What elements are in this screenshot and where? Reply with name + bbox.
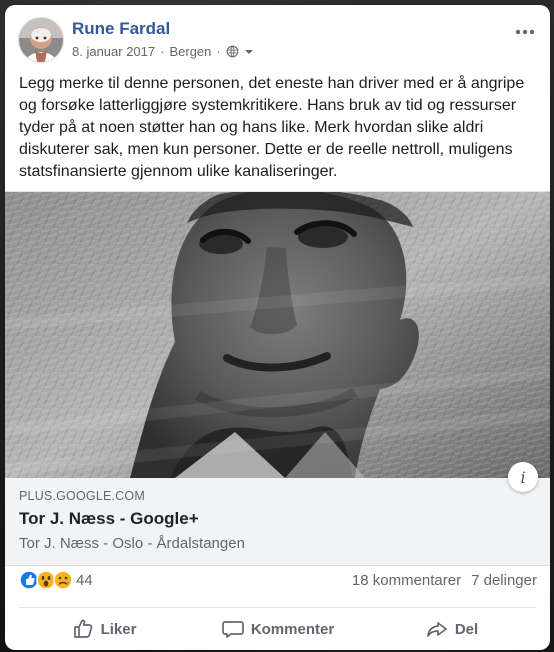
more-icon	[515, 22, 535, 40]
globe-icon[interactable]	[226, 45, 239, 58]
post-date[interactable]: 8. januar 2017	[72, 44, 155, 59]
link-preview-image[interactable]	[5, 192, 550, 478]
post-text: Legg merke til denne personen, det enest…	[19, 75, 525, 180]
post-header: Rune Fardal 8. januar 2017 · Bergen ·	[5, 5, 550, 71]
post-location[interactable]: Bergen	[169, 44, 211, 59]
reaction-left[interactable]: 44	[19, 570, 93, 590]
comment-icon	[221, 619, 244, 639]
comment-share-counts: 18 kommentarer 7 delinger	[352, 572, 537, 589]
share-label: Del	[454, 620, 479, 638]
info-icon: i	[520, 467, 526, 487]
link-preview-card[interactable]: i PLUS.GOOGLE.COM Tor J. Næss - Google+ …	[5, 191, 550, 566]
wow-icon	[36, 570, 56, 590]
post-actions: Liker Kommenter Del	[19, 612, 537, 646]
link-domain: PLUS.GOOGLE.COM	[19, 489, 145, 503]
reaction-count[interactable]: 44	[76, 572, 93, 589]
facebook-post-card: Rune Fardal 8. januar 2017 · Bergen · Le…	[5, 5, 550, 650]
post-meta: 8. januar 2017 · Bergen ·	[72, 44, 254, 59]
comment-label: Kommenter	[250, 620, 335, 638]
avatar-image	[19, 18, 63, 62]
more-options-button[interactable]	[512, 21, 538, 41]
sad-icon	[53, 570, 73, 590]
thumbs-up-icon	[72, 619, 94, 639]
link-subtitle: Tor J. Næss - Oslo - Årdalstangen	[19, 535, 245, 552]
share-button[interactable]: Del	[367, 612, 537, 646]
reaction-icons[interactable]	[19, 570, 73, 590]
comment-button[interactable]: Kommenter	[193, 612, 363, 646]
like-label: Liker	[100, 620, 137, 638]
info-button[interactable]: i	[508, 462, 538, 492]
meta-separator-1: ·	[160, 44, 165, 59]
like-button[interactable]: Liker	[19, 612, 189, 646]
chevron-down-icon[interactable]	[244, 47, 254, 57]
portrait-image	[5, 192, 550, 478]
meta-separator-2: ·	[216, 44, 221, 59]
shares-count[interactable]: 7 delinger	[471, 572, 537, 589]
actions-divider	[19, 607, 536, 608]
like-icon	[19, 570, 39, 590]
author-avatar[interactable]	[18, 17, 64, 63]
reaction-summary: 44 18 kommentarer 7 delinger	[19, 568, 537, 592]
comments-count[interactable]: 18 kommentarer	[352, 572, 461, 589]
author-name[interactable]: Rune Fardal	[72, 19, 170, 39]
link-title[interactable]: Tor J. Næss - Google+	[19, 509, 199, 529]
share-icon	[426, 619, 448, 639]
